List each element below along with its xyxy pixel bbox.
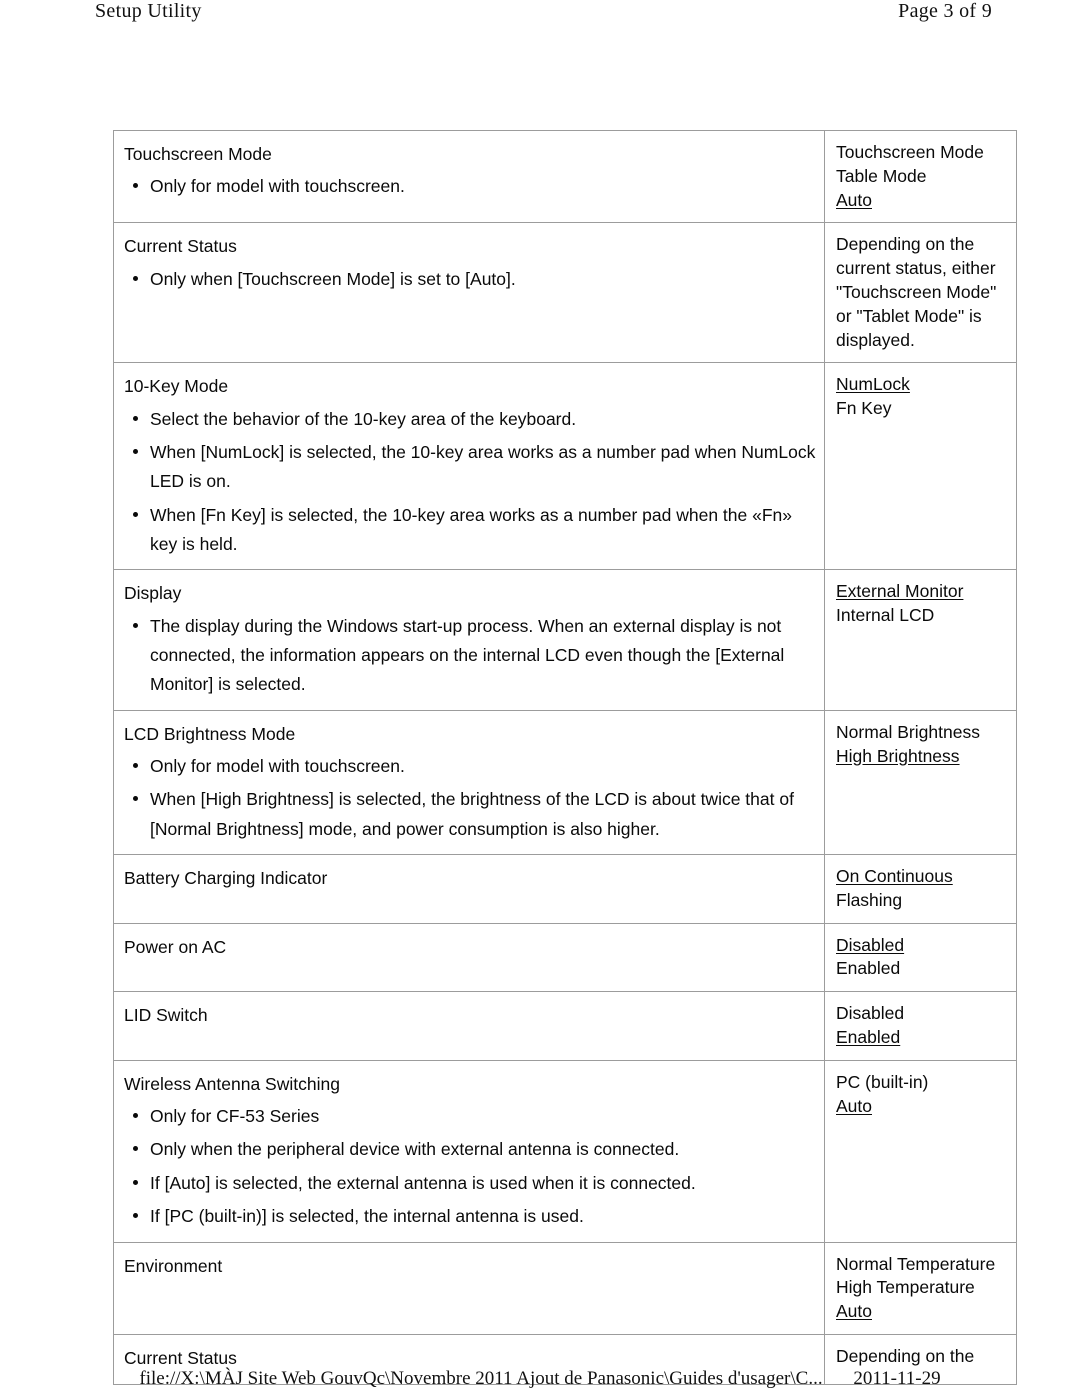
table-row: Display The display during the Windows s… [113, 569, 1017, 711]
row-title: 10-Key Mode [124, 376, 229, 397]
row-description-cell: LID Switch [113, 991, 825, 1061]
footer-date: 2011-11-29 [853, 1368, 941, 1389]
row-options-cell: Normal Temperature High Temperature Auto [824, 1241, 1017, 1335]
setup-utility-options-table: Touchscreen Mode Only for model with tou… [113, 129, 1017, 1386]
row-options-cell: External Monitor Internal LCD [824, 569, 1017, 711]
option-value: Normal Brightness [836, 721, 980, 742]
option-value: Fn Key [836, 398, 892, 419]
row-title: LID Switch [124, 1005, 208, 1026]
option-value: Touchscreen Mode [836, 142, 984, 162]
row-title: Display [124, 583, 182, 604]
option-value: Disabled [836, 1003, 905, 1024]
bullet-item: When [NumLock] is selected, the 10-key a… [124, 438, 816, 497]
option-value-default: Disabled [836, 934, 905, 955]
row-description-cell: Power on AC [113, 922, 825, 993]
option-value-default: Auto [836, 1301, 872, 1322]
row-bullet-list: Only for model with touchscreen. [124, 172, 816, 201]
bullet-item: If [Auto] is selected, the external ante… [124, 1169, 816, 1198]
row-bullet-list: The display during the Windows start-up … [124, 612, 816, 700]
option-value: PC (built-in) [836, 1071, 929, 1092]
table-body: Touchscreen Mode Only for model with tou… [113, 129, 1017, 1386]
bullet-item: Only for model with touchscreen. [124, 752, 816, 781]
footer-file-path: file://X:\MÀJ Site Web GouvQc\Novembre 2… [139, 1368, 823, 1389]
document-title: Setup Utility [95, 0, 202, 22]
table-row: Current Status Only when [Touchscreen Mo… [113, 222, 1017, 364]
option-value-default: High Brightness [836, 745, 960, 766]
bullet-item: The display during the Windows start-up … [124, 612, 816, 700]
option-value: High Temperature [836, 1277, 975, 1298]
row-description-cell: Display The display during the Windows s… [113, 569, 825, 711]
table-row: Power on AC Disabled Enabled [113, 922, 1017, 993]
table-row: Environment Normal Temperature High Temp… [113, 1241, 1017, 1335]
row-title: LCD Brightness Mode [124, 723, 296, 744]
row-bullet-list: Only when [Touchscreen Mode] is set to [… [124, 265, 816, 294]
row-options-cell: Disabled Enabled [824, 922, 1017, 993]
page-header: Setup Utility Page 3 of 9 [95, 0, 992, 36]
table-row: 10-Key Mode Select the behavior of the 1… [113, 362, 1017, 571]
row-description-cell: Environment [113, 1241, 825, 1335]
option-value-default: NumLock [836, 374, 910, 395]
row-description-cell: 10-Key Mode Select the behavior of the 1… [113, 362, 825, 571]
option-list: Disabled Enabled [836, 1002, 1008, 1050]
option-value: Enabled [836, 958, 901, 979]
row-options-cell: NumLock Fn Key [824, 362, 1017, 571]
option-value: Internal LCD [836, 605, 935, 626]
row-title: Touchscreen Mode [124, 144, 272, 164]
row-title: Wireless Antenna Switching [124, 1073, 340, 1094]
row-title: Environment [124, 1255, 223, 1276]
option-list: On Continuous Flashing [836, 865, 1008, 913]
bullet-item: When [Fn Key] is selected, the 10-key ar… [124, 501, 816, 560]
bullet-item: Only for model with touchscreen. [124, 172, 816, 201]
row-bullet-list: Only for CF-53 Series Only when the peri… [124, 1102, 816, 1232]
row-description-cell: Touchscreen Mode Only for model with tou… [113, 129, 825, 224]
option-value: Flashing [836, 889, 903, 910]
row-options-cell: Touchscreen Mode Table Mode Auto [824, 129, 1017, 224]
option-value-default: Auto [836, 1095, 872, 1116]
row-description-cell: Battery Charging Indicator [113, 854, 825, 924]
option-value-default: External Monitor [836, 581, 964, 602]
row-options-cell: Disabled Enabled [824, 991, 1017, 1061]
option-note: Depending on the [836, 1345, 975, 1366]
option-list: Disabled Enabled [836, 934, 1008, 982]
page-footer: file://X:\MÀJ Site Web GouvQc\Novembre 2… [0, 1368, 1080, 1390]
option-value: Normal Temperature [836, 1253, 996, 1274]
row-description-cell: Wireless Antenna Switching Only for CF-5… [113, 1059, 825, 1243]
bullet-item: Select the behavior of the 10-key area o… [124, 405, 816, 434]
bullet-item: Only when [Touchscreen Mode] is set to [… [124, 265, 816, 294]
table-row: LID Switch Disabled Enabled [113, 991, 1017, 1061]
option-value-default: On Continuous [836, 866, 953, 887]
option-value-default: Auto [836, 189, 872, 210]
row-title: Battery Charging Indicator [124, 868, 328, 889]
row-options-cell: On Continuous Flashing [824, 854, 1017, 924]
option-value: Table Mode [836, 165, 927, 186]
row-options-cell: Normal Brightness High Brightness [824, 709, 1017, 856]
page-indicator: Page 3 of 9 [898, 0, 992, 22]
option-list: External Monitor Internal LCD [836, 580, 1008, 628]
row-options-cell: PC (built-in) Auto [824, 1059, 1017, 1243]
row-bullet-list: Only for model with touchscreen. When [H… [124, 752, 816, 844]
row-bullet-list: Select the behavior of the 10-key area o… [124, 405, 816, 560]
bullet-item: When [High Brightness] is selected, the … [124, 785, 816, 844]
option-list: Normal Brightness High Brightness [836, 721, 1008, 769]
table-row: Touchscreen Mode Only for model with tou… [113, 129, 1017, 224]
table-row: LCD Brightness Mode Only for model with … [113, 709, 1017, 856]
option-note: Depending on the current status, either … [836, 234, 997, 350]
bullet-item: If [PC (built-in)] is selected, the inte… [124, 1202, 816, 1231]
table-row: Wireless Antenna Switching Only for CF-5… [113, 1059, 1017, 1243]
row-description-cell: LCD Brightness Mode Only for model with … [113, 709, 825, 856]
bullet-item: Only for CF-53 Series [124, 1102, 816, 1131]
option-value-default: Enabled [836, 1027, 901, 1048]
option-list: PC (built-in) Auto [836, 1071, 1008, 1119]
option-list: NumLock Fn Key [836, 373, 1008, 421]
row-description-cell: Current Status Only when [Touchscreen Mo… [113, 222, 825, 364]
option-list: Touchscreen Mode Table Mode Auto [836, 141, 1008, 212]
table-row: Battery Charging Indicator On Continuous… [113, 854, 1017, 924]
row-options-cell: Depending on the current status, either … [824, 222, 1017, 364]
option-list: Normal Temperature High Temperature Auto [836, 1253, 1008, 1324]
bullet-item: Only when the peripheral device with ext… [124, 1135, 816, 1164]
row-title: Current Status [124, 236, 237, 257]
row-title: Power on AC [124, 936, 227, 957]
